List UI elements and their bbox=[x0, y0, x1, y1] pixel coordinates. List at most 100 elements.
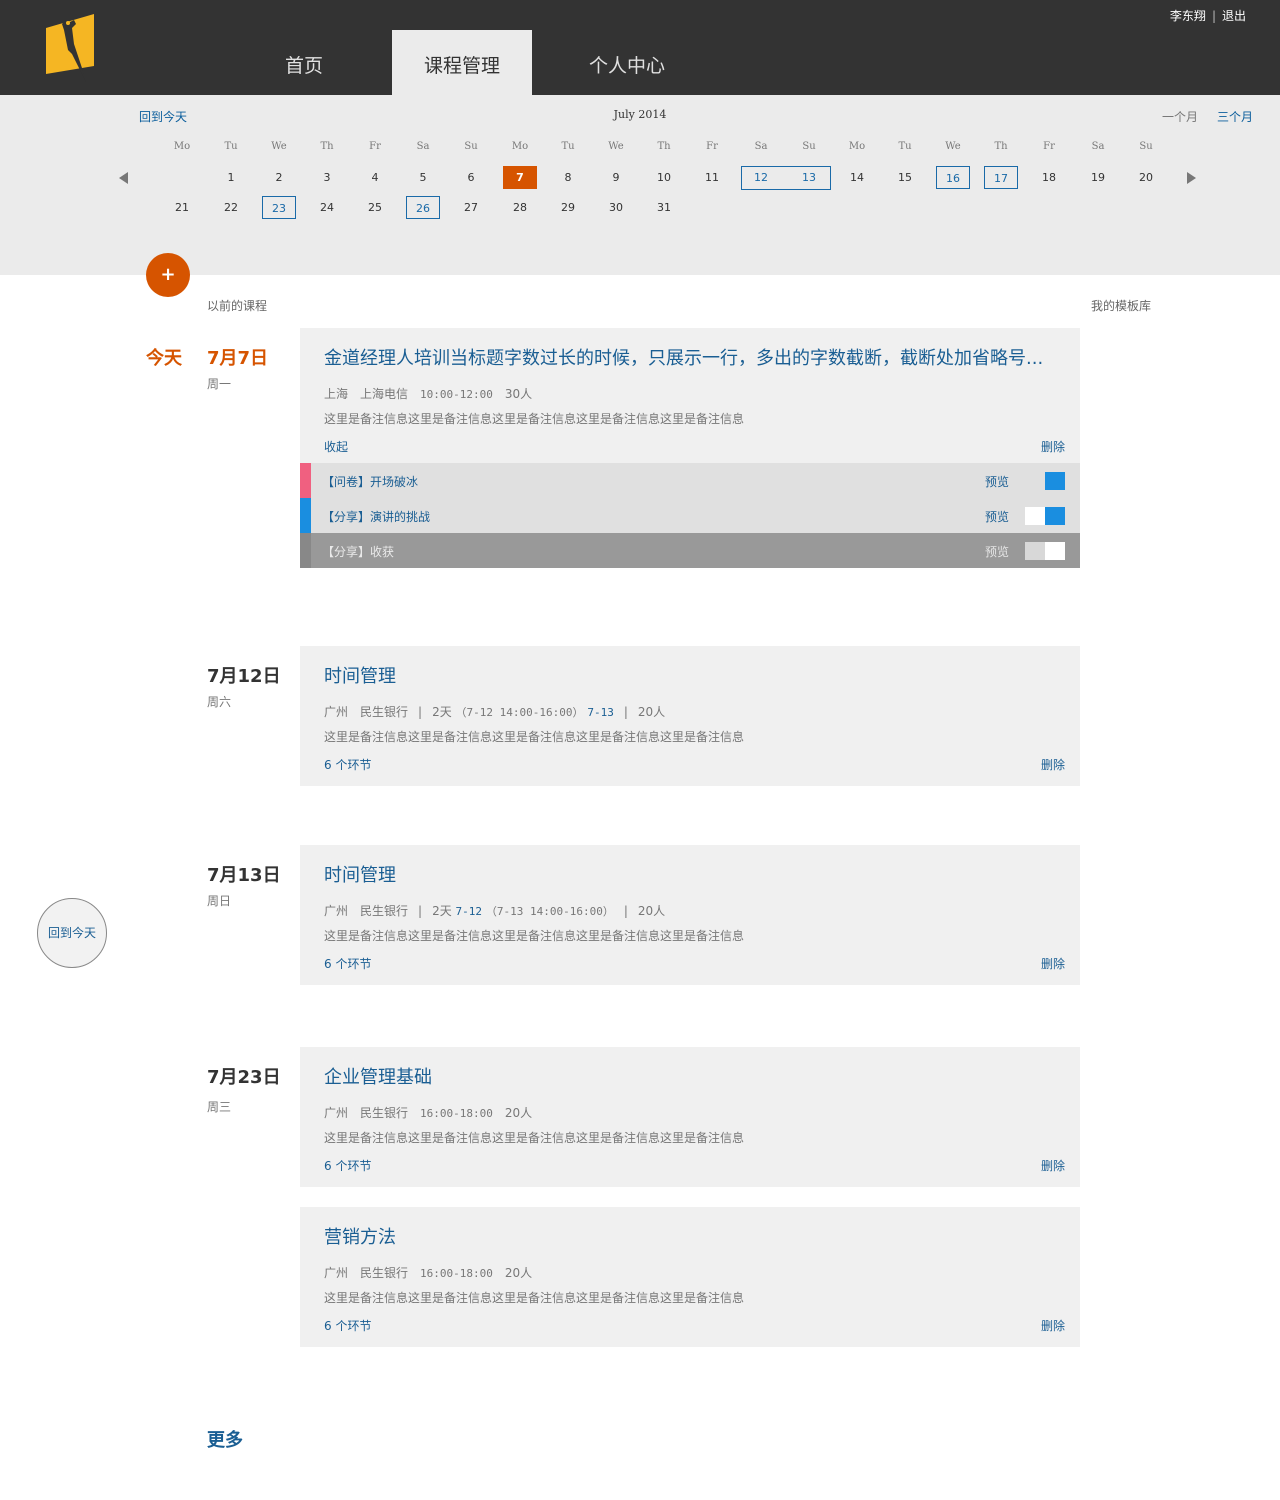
calendar-day-cell[interactable]: 30 bbox=[599, 196, 633, 219]
weekday-header-cell: Fr bbox=[369, 141, 381, 152]
calendar-day-cell[interactable]: 20 bbox=[1129, 166, 1163, 189]
calendar-day-cell[interactable]: 26 bbox=[406, 196, 440, 219]
preview-link[interactable]: 预览 bbox=[985, 508, 1009, 525]
date-label: 7月12日 bbox=[207, 666, 281, 687]
giraffe-logo-icon[interactable] bbox=[44, 14, 96, 82]
course-title-link[interactable]: 金道经理人培训当标题字数过长的时候，只展示一行，多出的字数截断，截断处加省略号.… bbox=[324, 344, 1054, 370]
calendar-day-cell[interactable]: 11 bbox=[695, 166, 729, 189]
calendar-day-cell[interactable]: 8 bbox=[551, 166, 585, 189]
course-org: 民生银行 bbox=[360, 1106, 409, 1120]
course-title-link[interactable]: 企业管理基础 bbox=[324, 1063, 1054, 1089]
session-toggle[interactable] bbox=[1025, 507, 1065, 525]
course-city: 广州 bbox=[324, 705, 349, 719]
nav-tab-course-management[interactable]: 课程管理 bbox=[392, 30, 532, 95]
session-color-stripe bbox=[300, 463, 311, 498]
calendar-day-cell[interactable]: 10 bbox=[647, 166, 681, 189]
collapse-link[interactable]: 收起 bbox=[324, 438, 348, 455]
calendar-day-cell[interactable]: 5 bbox=[406, 166, 440, 189]
logout-link[interactable]: 退出 bbox=[1222, 9, 1246, 23]
calendar-day-cell[interactable]: 6 bbox=[454, 166, 488, 189]
calendar-day-cell[interactable]: 1 bbox=[214, 166, 248, 189]
range-three-months-link[interactable]: 三个月 bbox=[1217, 108, 1253, 125]
preview-link[interactable]: 预览 bbox=[985, 473, 1009, 490]
calendar-day-cell[interactable]: 27 bbox=[454, 196, 488, 219]
course-people: 20人 bbox=[504, 1106, 533, 1120]
sessions-count-link[interactable]: 6 个环节 bbox=[324, 756, 371, 773]
delete-course-link[interactable]: 删除 bbox=[1041, 1317, 1065, 1334]
calendar-day-cell[interactable]: 14 bbox=[840, 166, 874, 189]
course-people: 20人 bbox=[637, 705, 666, 719]
calendar-day-cell[interactable]: 4 bbox=[358, 166, 392, 189]
course-card: 金道经理人培训当标题字数过长的时候，只展示一行，多出的字数截断，截断处加省略号.… bbox=[300, 328, 1080, 463]
delete-course-link[interactable]: 删除 bbox=[1041, 438, 1065, 455]
calendar-day-cell[interactable]: 29 bbox=[551, 196, 585, 219]
weekday-header-cell: Th bbox=[320, 141, 334, 152]
calendar-day-cell[interactable]: 15 bbox=[888, 166, 922, 189]
course-segment-link[interactable]: 7-12 bbox=[456, 905, 483, 918]
nav-tab-personal-center[interactable]: 个人中心 bbox=[560, 30, 694, 95]
nav-tab-home[interactable]: 首页 bbox=[245, 30, 363, 95]
delete-course-link[interactable]: 删除 bbox=[1041, 955, 1065, 972]
weekday-header-cell: Mo bbox=[848, 141, 866, 152]
calendar-day-cell[interactable]: 2 bbox=[262, 166, 296, 189]
course-title-link[interactable]: 时间管理 bbox=[324, 861, 1054, 887]
calendar-day-cell[interactable]: 22 bbox=[214, 196, 248, 219]
course-city: 广州 bbox=[324, 904, 349, 918]
user-name-link[interactable]: 李东翔 bbox=[1170, 9, 1206, 23]
calendar-day-cell[interactable]: 25 bbox=[358, 196, 392, 219]
calendar-next-arrow-icon[interactable] bbox=[1187, 172, 1196, 184]
sessions-count-link[interactable]: 6 个环节 bbox=[324, 955, 371, 972]
sessions-count-link[interactable]: 6 个环节 bbox=[324, 1157, 371, 1174]
calendar-day-cell[interactable]: 3 bbox=[310, 166, 344, 189]
preview-link[interactable]: 预览 bbox=[985, 543, 1009, 560]
calendar-day-cell[interactable]: 28 bbox=[503, 196, 537, 219]
course-meta: 广州 民生银行 | 2天 7-12 （7-13 14:00-16:00） | 20人 bbox=[324, 904, 666, 918]
course-note: 这里是备注信息这里是备注信息这里是备注信息这里是备注信息这里是备注信息 bbox=[324, 929, 745, 943]
calendar-day-cell[interactable]: 9 bbox=[599, 166, 633, 189]
calendar-day-cell[interactable]: 23 bbox=[262, 196, 296, 219]
template-library-link[interactable]: 我的模板库 bbox=[1091, 297, 1151, 314]
calendar-day-cell[interactable]: 13 bbox=[792, 166, 826, 189]
floating-back-today-button[interactable]: 回到今天 bbox=[37, 898, 107, 968]
calendar-day-cell[interactable]: 19 bbox=[1081, 166, 1115, 189]
session-toggle[interactable] bbox=[1025, 542, 1065, 560]
calendar-day-cell[interactable]: 7 bbox=[503, 166, 537, 189]
calendar-day-cell[interactable]: 17 bbox=[984, 166, 1018, 189]
course-title-link[interactable]: 时间管理 bbox=[324, 662, 1054, 688]
course-people: 30人 bbox=[504, 387, 533, 401]
calendar-day-cell[interactable]: 12 bbox=[744, 166, 778, 189]
weekday-header-cell: Mo bbox=[173, 141, 191, 152]
date-label: 7月23日 bbox=[207, 1067, 281, 1088]
calendar-day-cell[interactable]: 24 bbox=[310, 196, 344, 219]
course-segment-link[interactable]: 7-13 bbox=[587, 706, 614, 719]
date-label: 7月7日 bbox=[207, 348, 269, 369]
course-days: 2天 bbox=[432, 904, 452, 918]
course-note: 这里是备注信息这里是备注信息这里是备注信息这里是备注信息这里是备注信息 bbox=[324, 1291, 745, 1305]
add-course-button[interactable]: + bbox=[146, 253, 190, 297]
session-row[interactable]: 【分享】收获 预览 bbox=[300, 533, 1080, 568]
calendar-day-cell[interactable]: 18 bbox=[1032, 166, 1066, 189]
calendar-day-cell[interactable]: 21 bbox=[165, 196, 199, 219]
course-note: 这里是备注信息这里是备注信息这里是备注信息这里是备注信息这里是备注信息 bbox=[324, 1131, 745, 1145]
delete-course-link[interactable]: 删除 bbox=[1041, 756, 1065, 773]
weekday-header-cell: Mo bbox=[511, 141, 529, 152]
user-links: 李东翔 | 退出 bbox=[1170, 7, 1246, 24]
divider: | bbox=[1211, 9, 1216, 23]
weekday-header-cell: We bbox=[945, 141, 961, 152]
course-segment: （7-13 14:00-16:00） bbox=[485, 905, 614, 918]
sessions-count-link[interactable]: 6 个环节 bbox=[324, 1317, 371, 1334]
calendar-day-cell[interactable]: 16 bbox=[936, 166, 970, 189]
session-row[interactable]: 【分享】演讲的挑战 预览 bbox=[300, 498, 1080, 533]
past-courses-link[interactable]: 以前的课程 bbox=[207, 297, 267, 314]
weekday-header-cell: Su bbox=[802, 141, 816, 152]
calendar-month-title: July 2014 bbox=[613, 108, 667, 121]
load-more-link[interactable]: 更多 bbox=[207, 1426, 243, 1452]
course-title-link[interactable]: 营销方法 bbox=[324, 1223, 1054, 1249]
session-toggle[interactable] bbox=[1025, 472, 1065, 490]
session-row[interactable]: 【问卷】开场破冰 预览 bbox=[300, 463, 1080, 498]
calendar-prev-arrow-icon[interactable] bbox=[119, 172, 128, 184]
delete-course-link[interactable]: 删除 bbox=[1041, 1157, 1065, 1174]
calendar-day-cell[interactable]: 31 bbox=[647, 196, 681, 219]
range-one-month-link[interactable]: 一个月 bbox=[1162, 108, 1198, 125]
top-header: 首页 课程管理 个人中心 李东翔 | 退出 bbox=[0, 0, 1280, 95]
